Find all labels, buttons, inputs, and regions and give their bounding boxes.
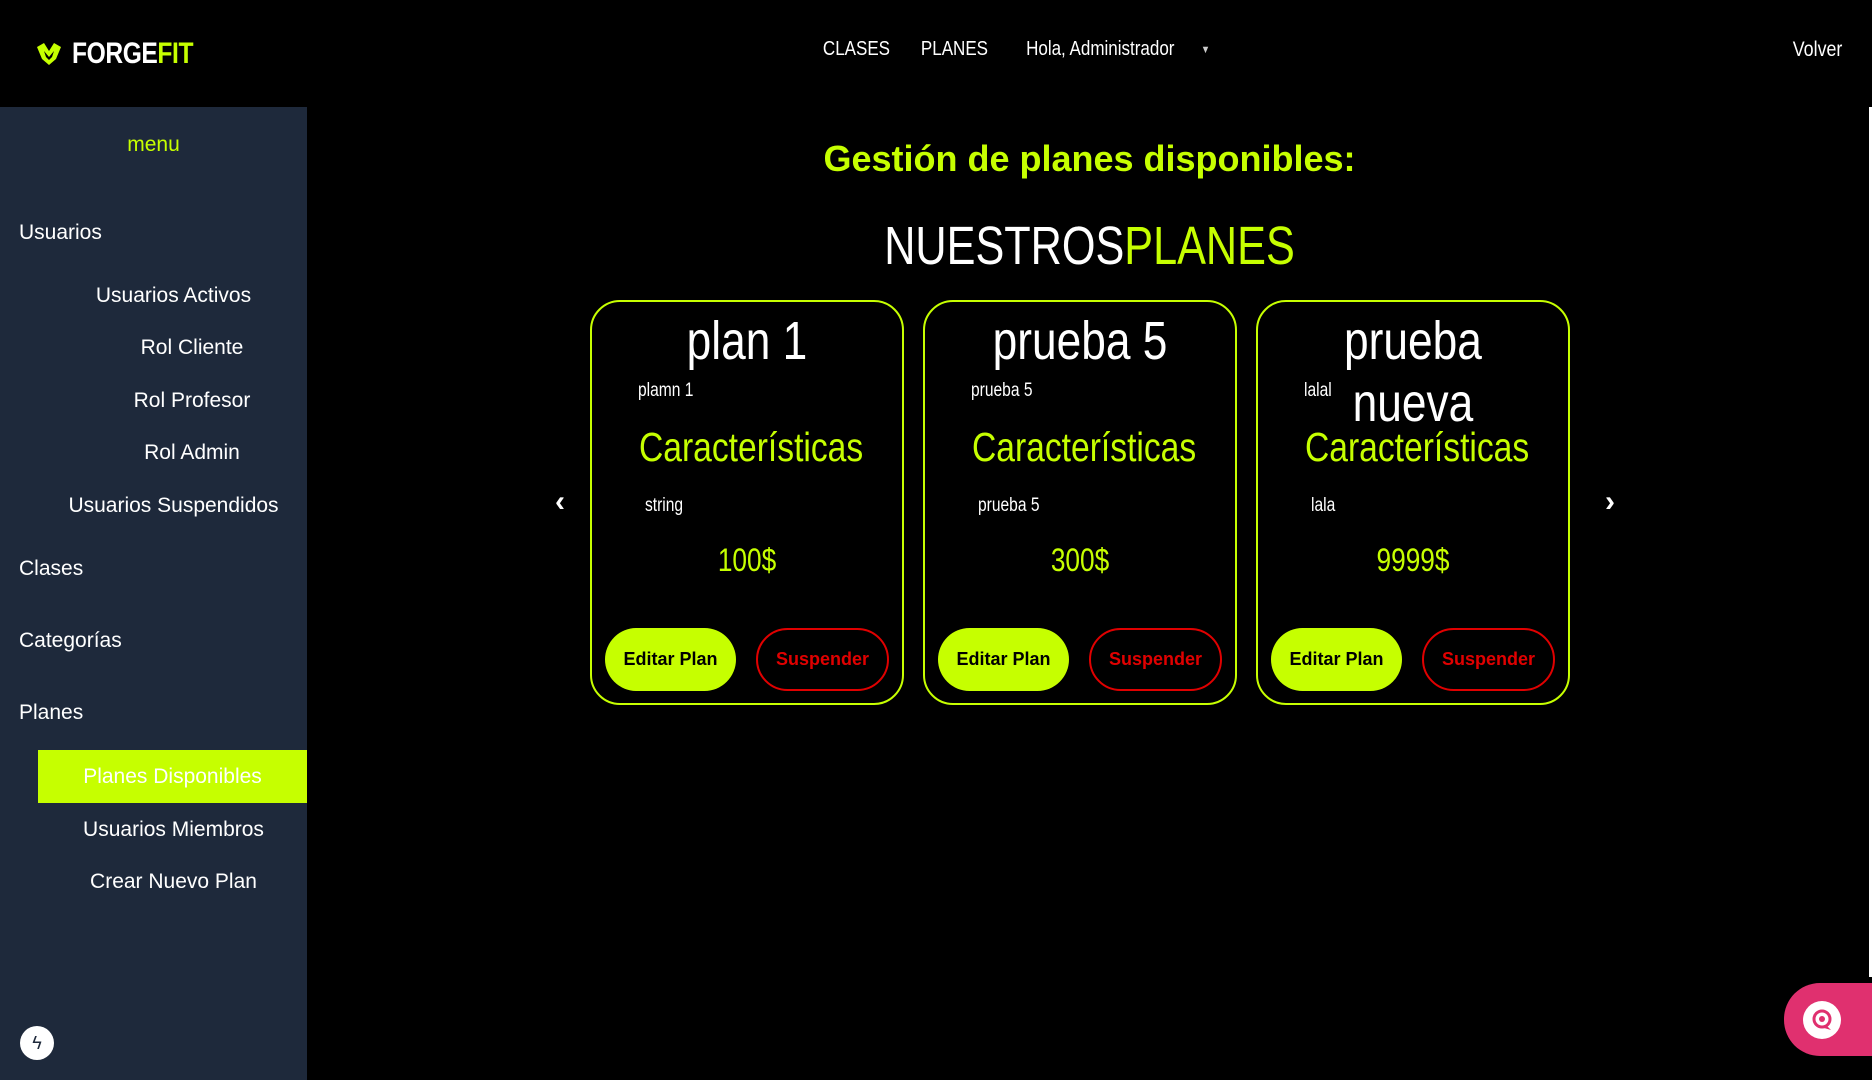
- plan-features: string: [645, 495, 684, 516]
- sidebar-item-usuarios-miembros[interactable]: Usuarios Miembros: [0, 818, 307, 842]
- brand-logo[interactable]: FORGEFIT: [34, 35, 220, 73]
- plan-name: prueba 5: [992, 311, 1168, 371]
- sidebar-item-crear-nuevo-plan[interactable]: Crear Nuevo Plan: [0, 870, 307, 894]
- plan-features: prueba 5: [978, 495, 1040, 516]
- sidebar-title: menu: [127, 133, 180, 156]
- chevron-down-icon[interactable]: ▼: [1201, 44, 1210, 56]
- plan-card: prueba 5 prueba 5 Características prueba…: [923, 300, 1237, 705]
- plan-features-title: Características: [1305, 424, 1530, 470]
- sidebar-section-categorias[interactable]: Categorías: [19, 629, 122, 653]
- back-link[interactable]: Volver: [1792, 38, 1842, 62]
- suspend-plan-button[interactable]: Suspender: [1422, 628, 1555, 691]
- plan-name: plan 1: [686, 311, 808, 371]
- sidebar-section-usuarios[interactable]: Usuarios: [19, 221, 102, 245]
- edit-plan-button[interactable]: Editar Plan: [1271, 628, 1402, 691]
- section-title-part1: NUESTROS: [884, 216, 1125, 276]
- plan-card: plan 1 plamn 1 Características string 10…: [590, 300, 904, 705]
- sidebar-item-usuarios-activos[interactable]: Usuarios Activos: [0, 284, 307, 308]
- carousel-next-arrow-icon[interactable]: ›: [1605, 485, 1615, 519]
- plan-price: 100$: [717, 542, 777, 578]
- brand-name-forge: FORGE: [72, 37, 158, 70]
- plan-features: lala: [1311, 495, 1336, 516]
- section-title-part2: PLANES: [1124, 216, 1295, 276]
- plan-card: prueba nueva lalal Características lala …: [1256, 300, 1570, 705]
- nav-planes[interactable]: PLANES: [921, 38, 988, 61]
- nav-user-menu[interactable]: Hola, Administrador: [1026, 38, 1174, 61]
- nav-clases[interactable]: CLASES: [823, 38, 890, 61]
- suspend-plan-button[interactable]: Suspender: [756, 628, 889, 691]
- chat-support-button[interactable]: [1784, 983, 1872, 1056]
- sidebar-section-planes[interactable]: Planes: [19, 701, 83, 725]
- plan-description: plamn 1: [638, 380, 694, 401]
- plan-price: 9999$: [1376, 542, 1450, 578]
- edit-plan-button[interactable]: Editar Plan: [605, 628, 736, 691]
- brand-name-fit: FIT: [157, 37, 194, 70]
- sidebar-item-rol-profesor[interactable]: Rol Profesor: [0, 389, 307, 413]
- plan-features-title: Características: [639, 424, 864, 470]
- section-title: NUESTROSPLANES: [464, 215, 1716, 277]
- sidebar-section-clases[interactable]: Clases: [19, 557, 83, 581]
- top-navbar: FORGEFIT CLASES PLANES Hola, Administrad…: [0, 0, 1872, 107]
- sidebar: menu Usuarios Usuarios Activos Rol Clien…: [0, 107, 307, 1080]
- chat-support-icon: [1803, 1000, 1841, 1039]
- plan-features-title: Características: [972, 424, 1197, 470]
- plan-description: lalal: [1304, 380, 1332, 401]
- edit-plan-button[interactable]: Editar Plan: [938, 628, 1069, 691]
- suspend-plan-button[interactable]: Suspender: [1089, 628, 1222, 691]
- forgefit-logo-icon: [37, 43, 61, 65]
- brand-name: FORGEFIT: [72, 37, 193, 71]
- page-title: Gestión de planes disponibles:: [823, 138, 1356, 179]
- sidebar-item-rol-cliente[interactable]: Rol Cliente: [0, 336, 307, 360]
- plan-price: 300$: [1050, 542, 1110, 578]
- sidebar-item-planes-disponibles[interactable]: Planes Disponibles: [38, 750, 307, 803]
- plan-name: prueba nueva: [1344, 311, 1482, 433]
- bolt-icon[interactable]: ϟ: [20, 1026, 54, 1060]
- sidebar-item-usuarios-suspendidos[interactable]: Usuarios Suspendidos: [0, 494, 307, 518]
- carousel-prev-arrow-icon[interactable]: ‹: [555, 485, 565, 519]
- plan-description: prueba 5: [971, 380, 1033, 401]
- top-nav: CLASES PLANES Hola, Administrador ▼: [817, 38, 1211, 61]
- sidebar-item-rol-admin[interactable]: Rol Admin: [0, 441, 307, 465]
